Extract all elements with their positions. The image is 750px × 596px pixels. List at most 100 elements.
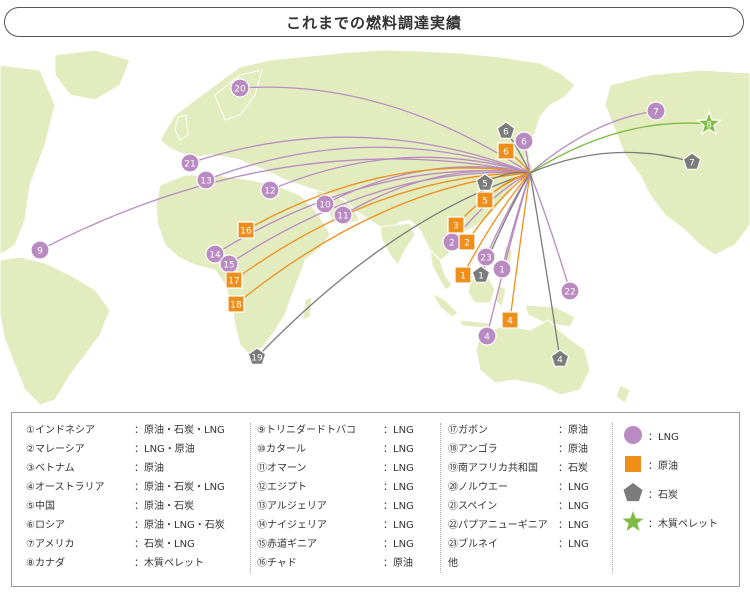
marker-oil-1: 1 — [454, 266, 472, 284]
fuel-types: ：LNG — [383, 520, 414, 531]
legend-row: ⑰ガボン ：原油 — [448, 421, 618, 440]
legend-row: ⑭ナイジェリア ：LNG — [257, 516, 457, 535]
country-name: ⑱アンゴラ — [448, 444, 498, 455]
legend-divider — [250, 423, 251, 573]
country-name: ⑮赤道ギニア — [257, 539, 317, 550]
country-name: 他 — [448, 558, 458, 569]
fuel-types: ：LNG — [558, 520, 589, 531]
marker-label: 13 — [200, 177, 211, 187]
marker-lng-22: 22 — [560, 281, 580, 301]
marker-lng-12: 12 — [260, 180, 280, 200]
country-name: ⑦アメリカ — [26, 539, 75, 550]
marker-label: 10 — [319, 201, 331, 211]
legend-divider — [440, 423, 441, 573]
marker-label: 2 — [464, 239, 470, 249]
marker-lng-20: 20 — [230, 78, 250, 98]
fuel-types: ：原油・LNG・石炭 — [134, 520, 225, 531]
legend-row: ⑲南アフリカ共和国 ：石炭 — [448, 459, 618, 478]
marker-oil-5: 5 — [476, 191, 494, 209]
marker-label: 7 — [653, 108, 659, 118]
marker-lng-4: 4 — [477, 326, 497, 346]
marker-lng-23: 23 — [476, 247, 496, 267]
title-bar: これまでの燃料調達実績 — [4, 7, 744, 37]
marker-label: 15 — [223, 261, 234, 271]
legend-row: ㉓ブルネイ ：LNG — [448, 535, 618, 554]
marker-label: 2 — [449, 239, 455, 249]
pellet-icon — [622, 511, 644, 531]
marker-label: 16 — [240, 227, 252, 237]
legend-box: ①インドネシア ：原油・石炭・LNG ②マレーシア ：LNG・原油 ③ベトナム ：原油 ④オ… — [11, 412, 740, 587]
coal-symbol-shape — [623, 483, 643, 502]
marker-label: 17 — [228, 277, 239, 287]
legend-row: ㉒パプアニューギニア ：LNG — [448, 516, 618, 535]
marker-label: 5 — [482, 197, 488, 207]
country-name: ⑬アルジェリア — [257, 501, 327, 512]
legend-symbol-label: ：木質ペレット — [648, 518, 718, 530]
fuel-types: ：原油・石炭・LNG — [134, 425, 225, 436]
legend-row: ②マレーシア ：LNG・原油 — [26, 440, 256, 459]
legend-row: ⑦アメリカ ：石炭・LNG — [26, 535, 256, 554]
legend-row: ④オーストラリア ：原油・石炭・LNG — [26, 478, 256, 497]
page-title: これまでの燃料調達実績 — [285, 13, 462, 32]
lng-icon — [624, 426, 642, 444]
legend-symbol-label: ：LNG — [648, 431, 679, 443]
fuel-types: ：原油・石炭・LNG — [134, 482, 225, 493]
pellet-symbol-shape — [622, 511, 644, 531]
marker-lng-9: 9 — [30, 240, 50, 260]
legend-row: ⑯チャド ：原油 — [257, 554, 457, 573]
country-name: ⑯チャド — [257, 558, 297, 569]
legend-divider — [612, 423, 613, 573]
legend-symbol-pellet: ：木質ペレット — [622, 508, 718, 536]
legend-row: ⑤中国 ：原油・石炭 — [26, 497, 256, 516]
fuel-types: ：LNG — [383, 501, 414, 512]
marker-lng-2: 2 — [442, 232, 462, 252]
oil-symbol-shape — [625, 456, 641, 472]
marker-label: 1 — [478, 272, 484, 282]
marker-label: 4 — [507, 317, 513, 327]
marker-label: 9 — [37, 247, 43, 257]
marker-oil-16: 16 — [237, 221, 255, 239]
fuel-types: ：原油 — [383, 558, 413, 569]
marker-label: 6 — [503, 148, 509, 158]
marker-label: 1 — [499, 266, 505, 276]
legend-row: ③ベトナム ：原油 — [26, 459, 256, 478]
country-name: ㉑スペイン — [448, 501, 498, 512]
legend-row: 他 — [448, 554, 618, 573]
legend-symbol-coal: ：石炭 — [622, 479, 678, 507]
fuel-types: ：原油・石炭 — [134, 501, 194, 512]
legend-row: ①インドネシア ：原油・石炭・LNG — [26, 421, 256, 440]
country-name: ㉓ブルネイ — [448, 539, 498, 550]
country-name: ⑪オマーン — [257, 463, 307, 474]
marker-lng-7: 7 — [646, 101, 666, 121]
fuel-types: ：原油 — [558, 425, 588, 436]
marker-label: 4 — [484, 333, 490, 343]
legend-row: ⑧カナダ ：木質ペレット — [26, 554, 256, 573]
legend-column-1: ①インドネシア ：原油・石炭・LNG ②マレーシア ：LNG・原油 ③ベトナム ：原油 ④オ… — [26, 421, 256, 573]
marker-label: 4 — [557, 356, 563, 366]
marker-lng-1: 1 — [492, 259, 512, 279]
marker-lng-10: 10 — [315, 194, 335, 214]
marker-label: 11 — [337, 212, 348, 222]
marker-label: 19 — [251, 354, 263, 364]
country-name: ⑥ロシア — [26, 520, 65, 531]
fuel-types: ：LNG — [558, 539, 589, 550]
country-name: ⑫エジプト — [257, 482, 307, 493]
fuel-types: ：木質ペレット — [134, 558, 204, 569]
marker-label: 7 — [689, 159, 695, 169]
fuel-types: ：原油 — [558, 444, 588, 455]
country-name: ①インドネシア — [26, 425, 95, 436]
country-name: ⑰ガボン — [448, 425, 488, 436]
marker-label: 8 — [706, 121, 712, 131]
marker-label: 23 — [480, 254, 491, 264]
country-name: ④オーストラリア — [26, 482, 105, 493]
marker-label: 22 — [564, 288, 575, 298]
legend-row: ⑬アルジェリア ：LNG — [257, 497, 457, 516]
legend-row: ⑪オマーン ：LNG — [257, 459, 457, 478]
legend-row: ⑳ノルウエー ：LNG — [448, 478, 618, 497]
marker-lng-21: 21 — [180, 153, 200, 173]
country-name: ②マレーシア — [26, 444, 85, 455]
marker-label: 18 — [230, 301, 242, 311]
marker-label: 21 — [184, 160, 195, 170]
coal-icon — [623, 483, 643, 502]
legend-row: ⑫エジプト ：LNG — [257, 478, 457, 497]
